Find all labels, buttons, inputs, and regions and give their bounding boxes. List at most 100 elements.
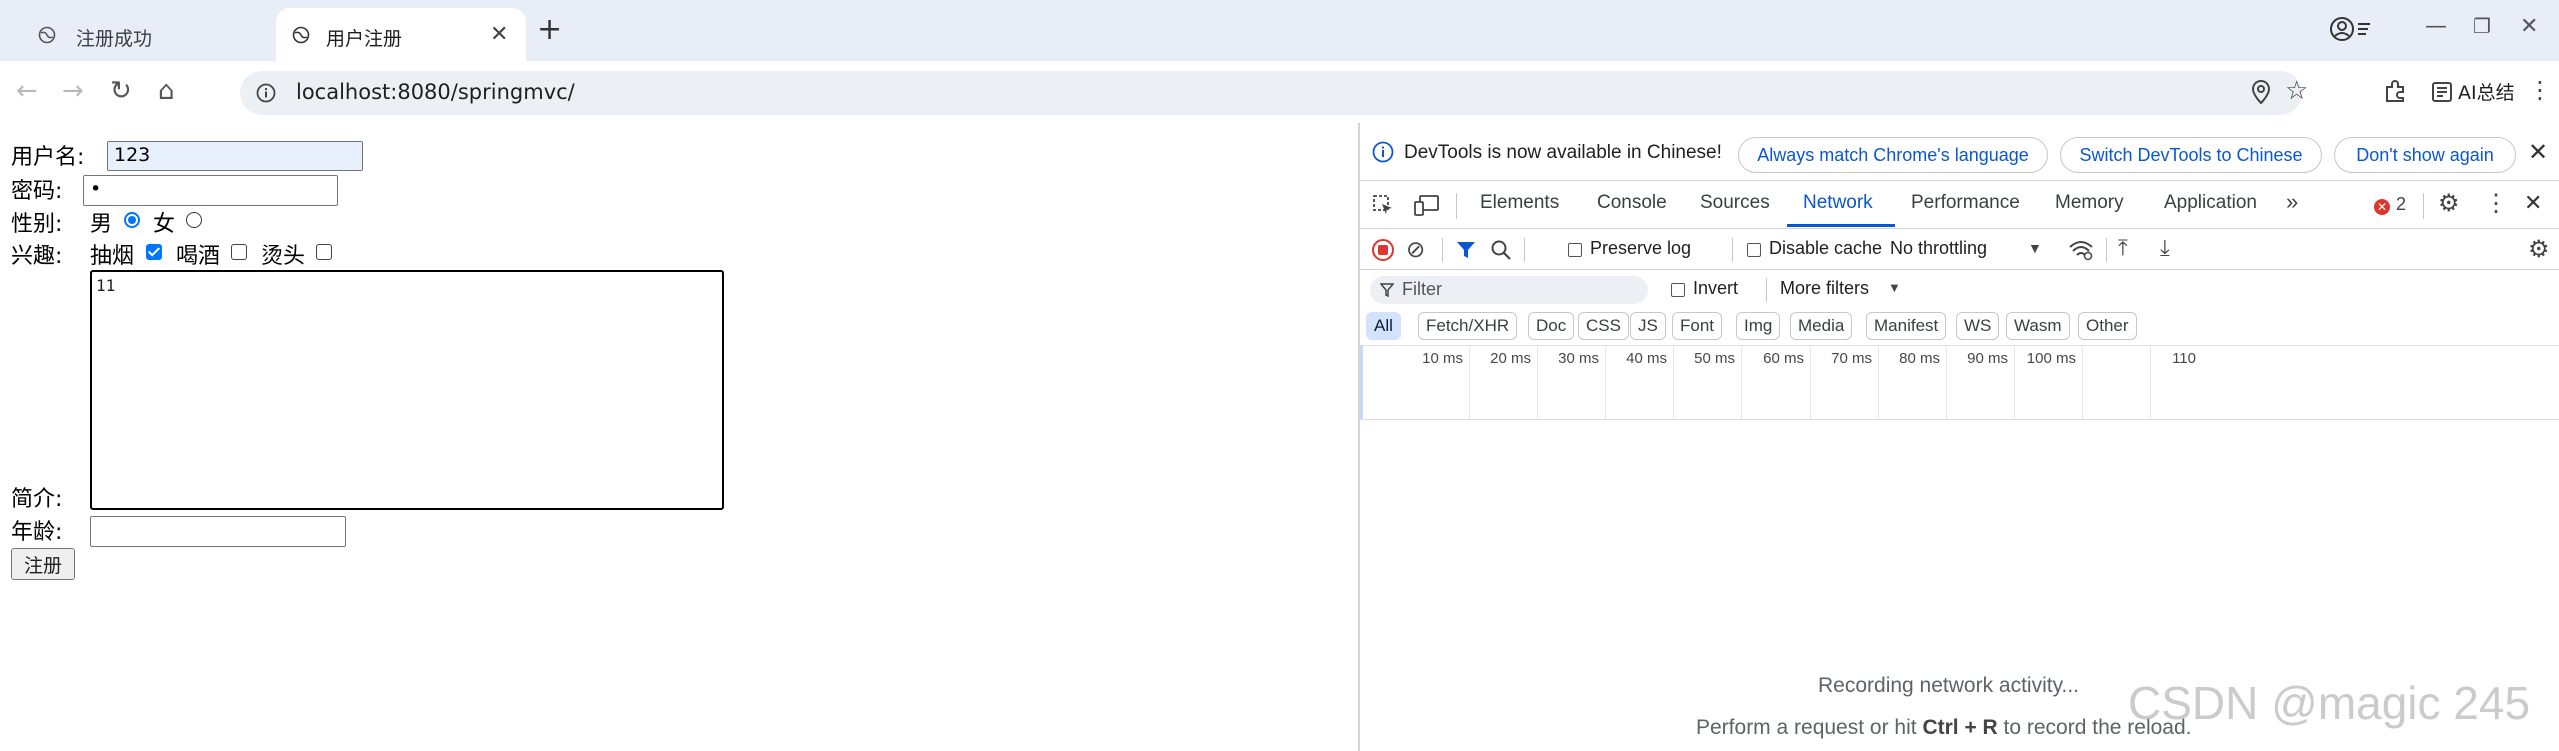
network-conditions-icon[interactable] xyxy=(2068,239,2094,266)
more-tabs-icon[interactable]: » xyxy=(2286,189,2298,215)
window-close-icon[interactable]: ✕ xyxy=(2520,14,2538,39)
hobby-perm-checkbox[interactable] xyxy=(316,244,332,260)
profile-icon[interactable] xyxy=(2330,14,2374,48)
devtools-menu-icon[interactable]: ⋮ xyxy=(2484,189,2508,218)
divider xyxy=(1360,228,2559,229)
stop-recording-icon[interactable] xyxy=(1372,239,1394,261)
filter-js[interactable]: JS xyxy=(1630,312,1666,340)
gender-female-radio[interactable] xyxy=(186,212,202,228)
ai-summary-button[interactable]: AI总结 xyxy=(2430,78,2515,105)
globe-icon xyxy=(292,26,310,44)
reload-icon[interactable]: ↻ xyxy=(110,76,132,106)
register-button[interactable]: 注册 xyxy=(11,548,75,580)
error-icon: ✕ xyxy=(2374,199,2390,215)
hobby-label: 兴趣: xyxy=(11,244,63,269)
info-icon xyxy=(1372,141,1394,168)
gender-male-label: 男 xyxy=(90,212,113,237)
filter-manifest[interactable]: Manifest xyxy=(1866,312,1947,340)
recording-status-text: Recording network activity... xyxy=(1818,674,2080,697)
switch-chinese-button[interactable]: Switch DevTools to Chinese xyxy=(2060,137,2322,173)
site-info-icon[interactable] xyxy=(256,83,276,107)
restore-icon[interactable]: ❐ xyxy=(2473,14,2491,38)
divider xyxy=(2106,238,2107,262)
tab-sources[interactable]: Sources xyxy=(1700,192,1770,214)
hobby-smoke-label: 抽烟 xyxy=(90,244,135,269)
dont-show-again-button[interactable]: Don't show again xyxy=(2334,137,2516,173)
timeline-gridline xyxy=(1469,345,1470,419)
inspect-element-icon[interactable] xyxy=(1372,194,1394,221)
filter-other[interactable]: Other xyxy=(2078,312,2137,340)
import-har-icon[interactable]: ⤒ xyxy=(2118,235,2128,261)
timeline-tick-label: 10 ms xyxy=(1422,350,1463,367)
hobby-drink-label: 喝酒 xyxy=(176,244,221,269)
throttling-select[interactable]: No throttling xyxy=(1890,238,1987,259)
filter-input[interactable]: Filter xyxy=(1370,276,1648,304)
location-icon[interactable] xyxy=(2250,79,2272,109)
filter-img[interactable]: Img xyxy=(1736,312,1781,340)
tab-user-register[interactable]: 用户注册 ✕ xyxy=(276,8,526,61)
tab-elements[interactable]: Elements xyxy=(1480,192,1559,214)
filter-wasm[interactable]: Wasm xyxy=(2006,312,2070,340)
timeline-tick-label: 20 ms xyxy=(1490,350,1531,367)
minimize-icon[interactable]: — xyxy=(2425,14,2447,39)
divider xyxy=(1456,193,1457,219)
filter-icon xyxy=(1380,283,1394,297)
password-label: 密码: xyxy=(11,179,63,204)
device-toolbar-icon[interactable] xyxy=(1414,194,1440,221)
error-count[interactable]: 2 xyxy=(2396,194,2406,215)
tab-console[interactable]: Console xyxy=(1597,192,1667,214)
filter-doc[interactable]: Doc xyxy=(1528,312,1575,340)
filter-font[interactable]: Font xyxy=(1672,312,1723,340)
age-input[interactable] xyxy=(90,516,346,547)
hobby-smoke-checkbox[interactable] xyxy=(146,244,162,260)
timeline-gridline xyxy=(1946,345,1947,419)
back-icon[interactable]: ← xyxy=(16,76,38,106)
tab-register-success[interactable]: 注册成功 xyxy=(0,8,270,61)
match-language-button[interactable]: Always match Chrome's language xyxy=(1738,137,2048,173)
url-text[interactable]: localhost:8080/springmvc/ xyxy=(296,80,575,104)
tab-application[interactable]: Application xyxy=(2164,192,2257,214)
filter-media[interactable]: Media xyxy=(1790,312,1853,340)
password-input[interactable]: • xyxy=(83,175,338,206)
clear-icon[interactable]: ⊘ xyxy=(1406,236,1425,263)
timeline-gridline xyxy=(2082,345,2083,419)
timeline-gridline xyxy=(1673,345,1674,419)
invert-checkbox[interactable] xyxy=(1671,283,1685,297)
filter-funnel-icon[interactable] xyxy=(1456,240,1476,265)
close-devtools-icon[interactable]: ✕ xyxy=(2524,190,2542,216)
intro-textarea[interactable]: 11 xyxy=(90,270,724,510)
close-banner-icon[interactable]: ✕ xyxy=(2528,138,2548,167)
timeline-tick-label: 110 xyxy=(2172,350,2196,367)
divider xyxy=(1524,238,1525,262)
hint-keys: Ctrl + R xyxy=(1922,716,1998,739)
tab-network[interactable]: Network xyxy=(1803,192,1873,214)
username-input[interactable]: 123 xyxy=(107,141,363,171)
globe-icon xyxy=(38,26,56,44)
forward-icon[interactable]: → xyxy=(62,76,84,106)
tab-performance[interactable]: Performance xyxy=(1911,192,2020,214)
timeline-left-handle[interactable] xyxy=(1360,345,1363,419)
search-icon[interactable] xyxy=(1490,239,1512,266)
settings-gear-icon[interactable]: ⚙ xyxy=(2438,189,2460,218)
preserve-log-checkbox[interactable] xyxy=(1568,243,1582,257)
close-icon[interactable]: ✕ xyxy=(490,22,508,47)
filter-all[interactable]: All xyxy=(1366,312,1401,340)
tab-memory[interactable]: Memory xyxy=(2055,192,2124,214)
more-filters-button[interactable]: More filters xyxy=(1780,278,1869,299)
filter-ws[interactable]: WS xyxy=(1956,312,2000,340)
new-tab-button[interactable]: + xyxy=(537,12,562,47)
filter-fetch-xhr[interactable]: Fetch/XHR xyxy=(1418,312,1518,340)
gender-male-radio[interactable] xyxy=(124,212,140,228)
bookmark-star-icon[interactable]: ☆ xyxy=(2285,76,2308,106)
divider xyxy=(1442,238,1443,262)
extensions-icon[interactable] xyxy=(2382,78,2408,108)
filter-css[interactable]: CSS xyxy=(1578,312,1629,340)
disable-cache-checkbox[interactable] xyxy=(1747,243,1761,257)
export-har-icon[interactable]: ⤓ xyxy=(2160,235,2170,261)
home-icon[interactable]: ⌂ xyxy=(158,76,175,106)
timeline-tick-label: 60 ms xyxy=(1763,350,1804,367)
network-settings-icon[interactable]: ⚙ xyxy=(2528,235,2550,264)
age-label: 年龄: xyxy=(11,520,63,545)
more-menu-icon[interactable]: ⋮ xyxy=(2528,76,2552,104)
hobby-drink-checkbox[interactable] xyxy=(231,244,247,260)
